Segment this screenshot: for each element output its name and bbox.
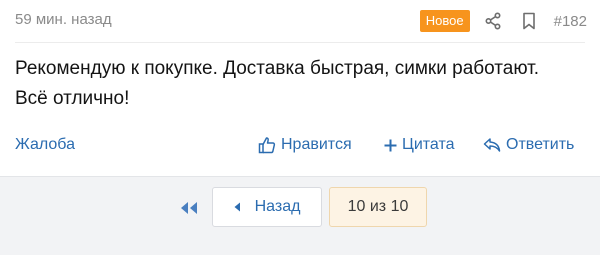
reply-button[interactable]: Ответить xyxy=(483,130,574,160)
post-number[interactable]: #182 xyxy=(554,13,587,30)
post: 59 мин. назад Новое #182 Рекомендую к по… xyxy=(0,0,600,176)
bookmark-icon[interactable] xyxy=(516,9,542,33)
caret-left-icon xyxy=(234,202,240,212)
pagination: Назад 10 из 10 xyxy=(0,176,600,255)
page-indicator: 10 из 10 xyxy=(329,187,427,227)
like-button[interactable]: Нравится xyxy=(258,130,352,160)
thumbs-up-icon xyxy=(258,137,276,154)
quote-label: Цитата xyxy=(402,136,455,153)
plus-icon xyxy=(384,139,397,151)
post-meta-right: Новое #182 xyxy=(419,9,587,33)
reply-arrow-icon xyxy=(483,138,501,152)
post-meta: 59 мин. назад Новое #182 xyxy=(0,0,600,42)
like-label: Нравится xyxy=(281,136,352,153)
share-icon[interactable] xyxy=(480,9,506,33)
double-chevron-left-icon xyxy=(181,202,197,214)
back-label: Назад xyxy=(254,198,301,215)
post-body: Рекомендую к покупке. Доставка быстрая, … xyxy=(15,58,540,109)
quote-button[interactable]: Цитата xyxy=(384,130,455,160)
post-time: 59 мин. назад xyxy=(15,11,112,28)
reply-label: Ответить xyxy=(506,136,575,153)
first-page-button[interactable] xyxy=(174,197,204,219)
back-button[interactable]: Назад xyxy=(212,187,322,227)
meta-divider xyxy=(15,42,585,43)
post-actions: Жалоба Нравится Цитата Ответить xyxy=(0,130,600,160)
report-label: Жалоба xyxy=(15,136,75,153)
report-link[interactable]: Жалоба xyxy=(15,130,75,160)
new-badge: Новое xyxy=(419,10,470,32)
page-indicator-label: 10 из 10 xyxy=(347,198,409,215)
